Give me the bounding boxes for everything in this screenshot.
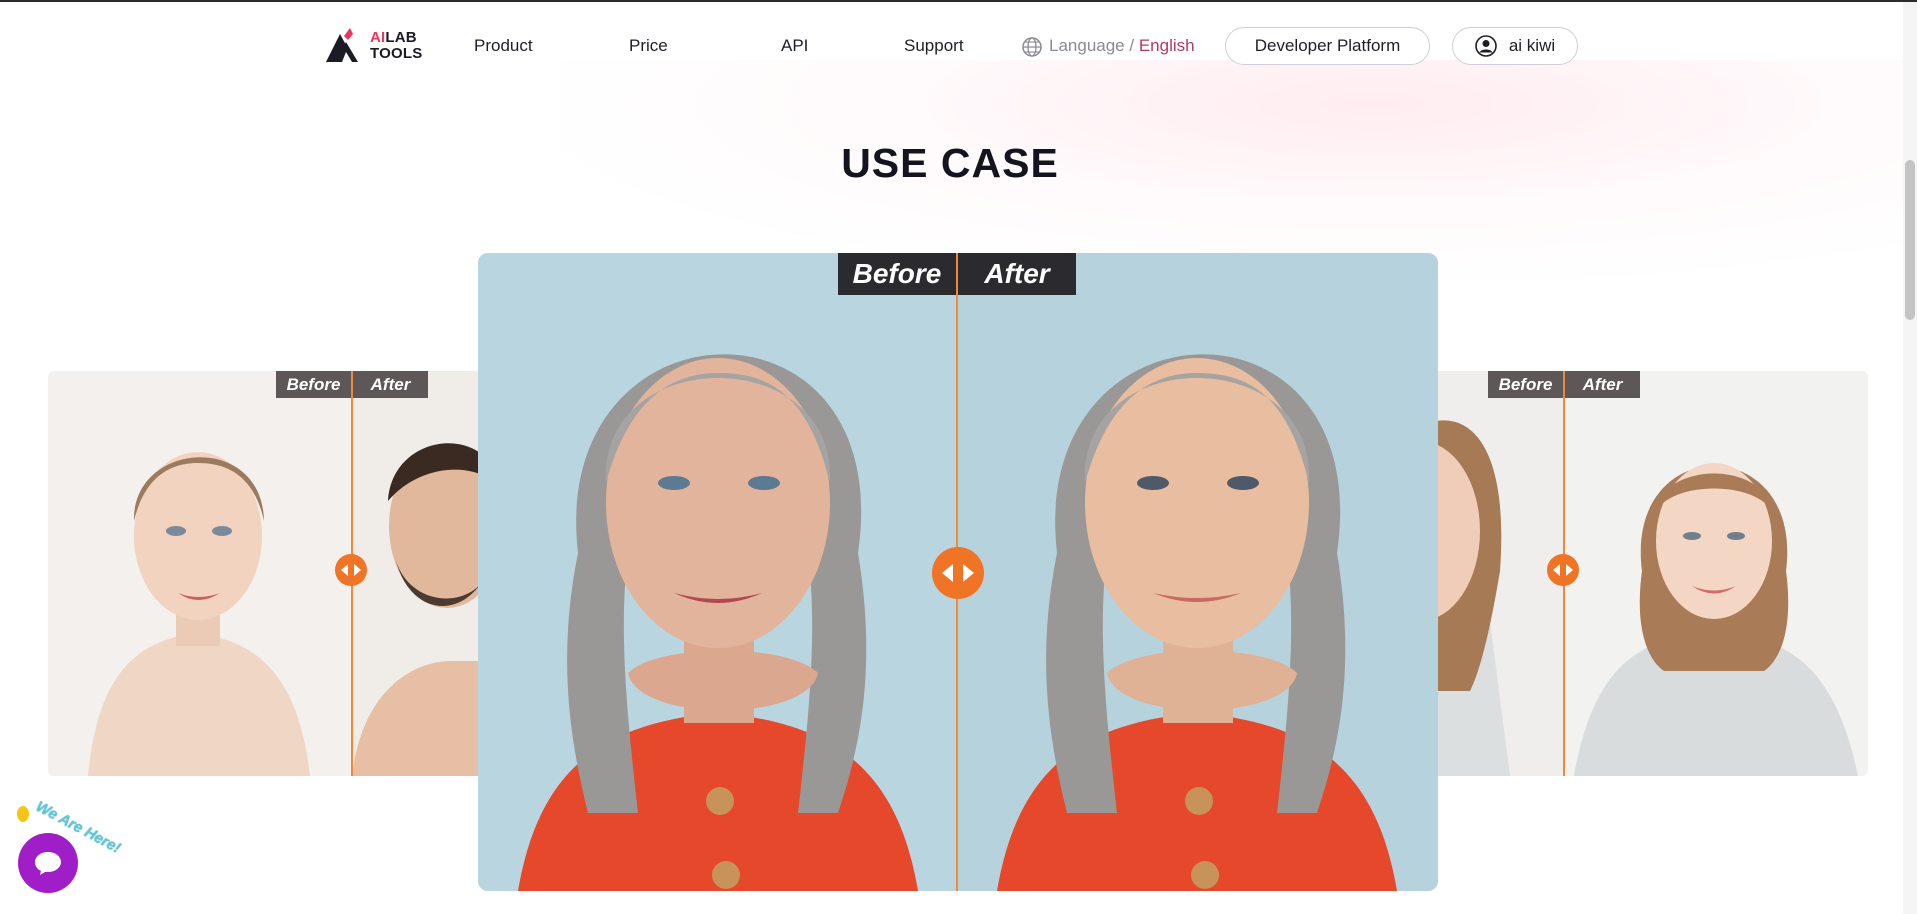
after-image — [957, 253, 1438, 891]
after-label: After — [1563, 371, 1640, 398]
developer-platform-button[interactable]: Developer Platform — [1225, 27, 1430, 65]
globe-icon — [1022, 37, 1042, 57]
logo-lab: LAB — [385, 29, 417, 46]
portrait-woman-after — [1574, 463, 1858, 776]
comparison-slider-handle[interactable] — [932, 547, 984, 599]
before-after-badge: Before After — [838, 253, 1076, 295]
user-name: ai kiwi — [1508, 36, 1556, 55]
comparison-slider-handle[interactable] — [1547, 554, 1579, 586]
nav-item-product[interactable]: Product — [474, 36, 533, 56]
use-case-card-right[interactable]: Before After — [1430, 371, 1868, 776]
page-scrollbar-thumb[interactable] — [1905, 160, 1915, 320]
before-label: Before — [276, 371, 351, 398]
portrait-man-after — [352, 443, 488, 776]
slider-arrows-icon — [341, 564, 361, 576]
after-image — [352, 371, 488, 776]
after-label: After — [351, 371, 428, 398]
slider-arrows-icon — [942, 564, 974, 582]
before-after-badge: Before After — [276, 371, 428, 398]
use-case-card-left[interactable]: Before After — [48, 371, 488, 776]
brand-logo[interactable]: AILAB TOOLS — [326, 28, 426, 64]
logo-ai: AI — [370, 29, 386, 46]
portrait-senior-woman-after — [997, 354, 1397, 891]
portrait-senior-woman-before — [518, 354, 918, 891]
chat-launcher-button[interactable] — [18, 833, 78, 893]
user-avatar-icon — [1475, 35, 1497, 57]
section-title: USE CASE — [841, 140, 1059, 186]
developer-platform-label: Developer Platform — [1254, 36, 1401, 55]
language-label: Language / English — [1049, 36, 1195, 56]
before-image — [478, 253, 957, 891]
use-case-card-main[interactable]: Before After — [478, 253, 1438, 891]
before-image — [48, 371, 352, 776]
before-after-badge: Before After — [1488, 371, 1640, 398]
before-label: Before — [838, 253, 956, 295]
logo-tools: TOOLS — [370, 45, 423, 62]
page-scrollbar-track[interactable] — [1903, 2, 1917, 914]
language-current: English — [1138, 36, 1195, 55]
after-label: After — [956, 253, 1076, 295]
comparison-slider-handle[interactable] — [335, 554, 367, 586]
nav-item-api[interactable]: API — [781, 36, 808, 56]
waving-hand-icon — [17, 806, 29, 822]
before-image — [1430, 371, 1564, 776]
user-account-button[interactable]: ai kiwi — [1452, 27, 1578, 65]
logo-wordmark: AILAB TOOLS — [370, 30, 422, 62]
logo-mark-icon — [326, 28, 358, 62]
site-header: AILAB TOOLS Product Price API Support La… — [0, 2, 1917, 78]
portrait-woman-before — [1430, 420, 1510, 776]
language-prefix: Language / — [1049, 36, 1135, 55]
portrait-woman-before — [88, 452, 310, 776]
nav-item-support[interactable]: Support — [904, 36, 964, 56]
after-image — [1564, 371, 1868, 776]
slider-arrows-icon — [1553, 564, 1573, 576]
before-label: Before — [1488, 371, 1563, 398]
chat-bubble-icon — [35, 852, 61, 875]
nav-item-price[interactable]: Price — [629, 36, 668, 56]
